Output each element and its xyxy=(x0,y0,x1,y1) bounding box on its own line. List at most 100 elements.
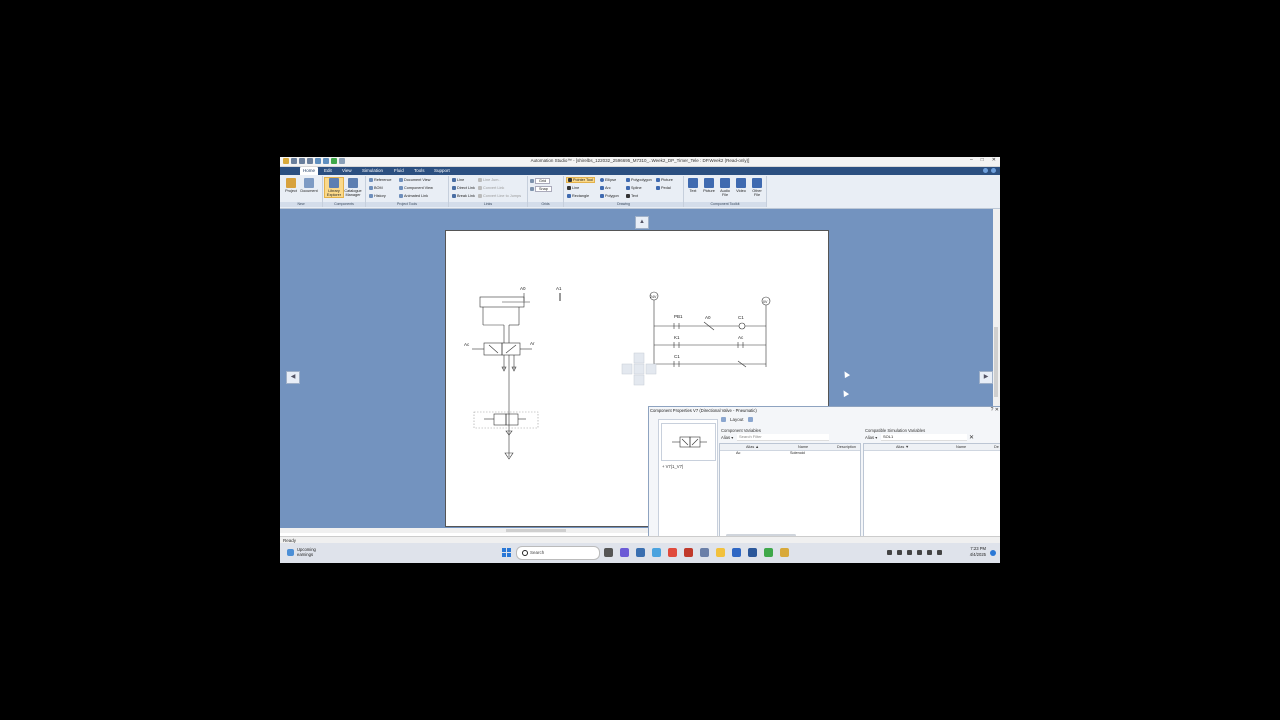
layout-tab[interactable]: Layout xyxy=(721,417,753,422)
word-icon[interactable] xyxy=(748,548,757,557)
pedal-button[interactable]: Pedal xyxy=(656,186,671,190)
col-description[interactable]: Description xyxy=(837,445,856,449)
coil-c1[interactable] xyxy=(738,322,746,330)
draw-line-button[interactable]: Line xyxy=(567,186,579,190)
convert-jumps-button[interactable]: Convert Line to Jumps xyxy=(478,194,521,198)
task-view-icon[interactable] xyxy=(604,548,613,557)
tab-support[interactable]: Support xyxy=(434,168,450,173)
compatible-search-filter[interactable]: SOL1 xyxy=(881,434,967,441)
tab-fluid[interactable]: Fluid xyxy=(394,168,404,173)
bom-button[interactable]: BOM xyxy=(369,186,383,190)
history-icon xyxy=(369,194,373,198)
notification-icon[interactable] xyxy=(990,550,996,556)
project-icon xyxy=(286,178,296,188)
volume-icon[interactable] xyxy=(927,550,932,555)
component-alias-dropdown[interactable]: Alias ▾ xyxy=(721,435,733,440)
page-up-arrow[interactable]: ▲ xyxy=(635,216,649,229)
valve-left-square[interactable] xyxy=(483,342,503,356)
chat-icon[interactable] xyxy=(620,548,629,557)
col-compatible-name[interactable]: Name xyxy=(956,445,966,449)
col-compatible-alias[interactable]: Alias ▼ xyxy=(896,445,909,449)
grid-button[interactable]: Grid xyxy=(530,178,551,184)
line-link-button[interactable]: Line xyxy=(452,178,464,182)
page-left-arrow[interactable]: ◀ xyxy=(286,371,300,384)
spline-button[interactable]: Spline xyxy=(626,186,642,190)
project-button[interactable]: Project xyxy=(282,178,300,193)
microphone-icon[interactable] xyxy=(907,550,912,555)
properties-window-controls[interactable]: ? ✕ xyxy=(991,407,999,413)
library-explorer-button[interactable]: Library Explorer xyxy=(324,177,344,198)
page-right-arrow[interactable]: ▶ xyxy=(979,371,993,384)
browser-icon[interactable] xyxy=(652,548,661,557)
catalogue-manager-button[interactable]: Catalogue Manager xyxy=(344,178,362,197)
selected-valve-right[interactable] xyxy=(505,413,519,426)
toolkit-text-button[interactable]: Text xyxy=(685,178,701,193)
view-options-icon[interactable] xyxy=(747,417,753,422)
tab-simulation[interactable]: Simulation xyxy=(362,168,383,173)
draw-picture-button[interactable]: Picture xyxy=(656,178,673,182)
chrome-2-icon[interactable] xyxy=(764,548,773,557)
rectangle-button[interactable]: Rectangle xyxy=(567,194,589,198)
arc-button[interactable]: Arc xyxy=(600,186,611,190)
tab-tools[interactable]: Tools xyxy=(414,168,425,173)
tab-edit[interactable]: Edit xyxy=(324,168,332,173)
group-caption-project-tools: Project Tools xyxy=(366,202,448,207)
polypolygon-button[interactable]: Polypolygon xyxy=(626,178,652,182)
tab-view[interactable]: View xyxy=(342,168,352,173)
convert-link-button[interactable]: Convert Link xyxy=(478,186,504,190)
mcafee-icon[interactable] xyxy=(684,548,693,557)
other-file-button[interactable]: Other File xyxy=(749,178,765,197)
app-icon[interactable] xyxy=(700,548,709,557)
direct-link-button[interactable]: Direct Link xyxy=(452,186,475,190)
document-view-button[interactable]: Document View xyxy=(399,178,431,182)
ellipse-button[interactable]: Ellipse xyxy=(600,178,616,182)
news-widget[interactable]: Upcoming earnings xyxy=(287,547,316,557)
wifi-icon[interactable] xyxy=(917,550,922,555)
automation-studio-icon[interactable] xyxy=(780,548,789,557)
history-button[interactable]: History xyxy=(369,194,386,198)
table-row[interactable]: Ac Solenoid xyxy=(720,451,860,457)
selected-valve-left[interactable] xyxy=(493,413,507,426)
chrome-icon[interactable] xyxy=(668,548,677,557)
taskbar-clock[interactable]: 7:23 PM 4/4/2025 xyxy=(970,546,986,558)
polygon-button[interactable]: Polygon xyxy=(600,194,619,198)
close-button[interactable]: ✕ xyxy=(992,157,996,163)
draw-text-button[interactable]: Text xyxy=(626,194,638,198)
help-icon[interactable] xyxy=(983,168,988,173)
clear-filter-icon[interactable]: ✕ xyxy=(969,434,974,441)
col-name[interactable]: Name xyxy=(798,445,808,449)
cloud-icon[interactable] xyxy=(897,550,902,555)
horizontal-scroll-thumb[interactable] xyxy=(506,529,566,532)
tray-chevron-icon[interactable] xyxy=(887,550,892,555)
file-explorer-icon[interactable] xyxy=(716,548,725,557)
start-button[interactable] xyxy=(502,548,511,557)
minimize-button[interactable]: – xyxy=(970,157,973,163)
tab-home[interactable]: Home xyxy=(300,167,319,175)
col-alias[interactable]: Alias ▲ xyxy=(746,445,759,449)
horizontal-scrollbar[interactable] xyxy=(280,528,649,533)
component-view-button[interactable]: Component View xyxy=(399,186,433,190)
pointer-tool-button[interactable]: Pointer Tool xyxy=(566,177,595,183)
animated-link-button[interactable]: Animated Link xyxy=(399,194,428,198)
label-contact-a0: A0 xyxy=(705,315,711,320)
snap-button[interactable]: Snap xyxy=(530,186,552,192)
maximize-button[interactable]: □ xyxy=(981,157,984,163)
video-button[interactable]: Video xyxy=(733,178,749,193)
outlook-icon[interactable] xyxy=(732,548,741,557)
col-compatible-description[interactable]: De xyxy=(994,445,999,449)
edge-icon[interactable] xyxy=(636,548,645,557)
compatible-alias-dropdown[interactable]: Alias ▾ xyxy=(865,435,877,440)
vertical-scroll-thumb[interactable] xyxy=(994,327,998,397)
component-tree-item[interactable]: + V7(1_V7) xyxy=(662,464,683,469)
document-button[interactable]: Document xyxy=(300,178,318,193)
break-link-button[interactable]: Break Link xyxy=(452,194,475,198)
component-search-filter[interactable]: Search Filter xyxy=(737,434,829,441)
pan-navigator[interactable] xyxy=(621,352,657,386)
line-jump-button[interactable]: Line Jum.. xyxy=(478,178,501,182)
audio-file-button[interactable]: Audio File xyxy=(717,178,733,197)
battery-icon[interactable] xyxy=(937,550,942,555)
reference-button[interactable]: Reference xyxy=(369,178,392,182)
options-icon[interactable] xyxy=(991,168,996,173)
toolkit-picture-button[interactable]: Picture xyxy=(701,178,717,193)
taskbar-search[interactable]: Search xyxy=(516,546,600,560)
